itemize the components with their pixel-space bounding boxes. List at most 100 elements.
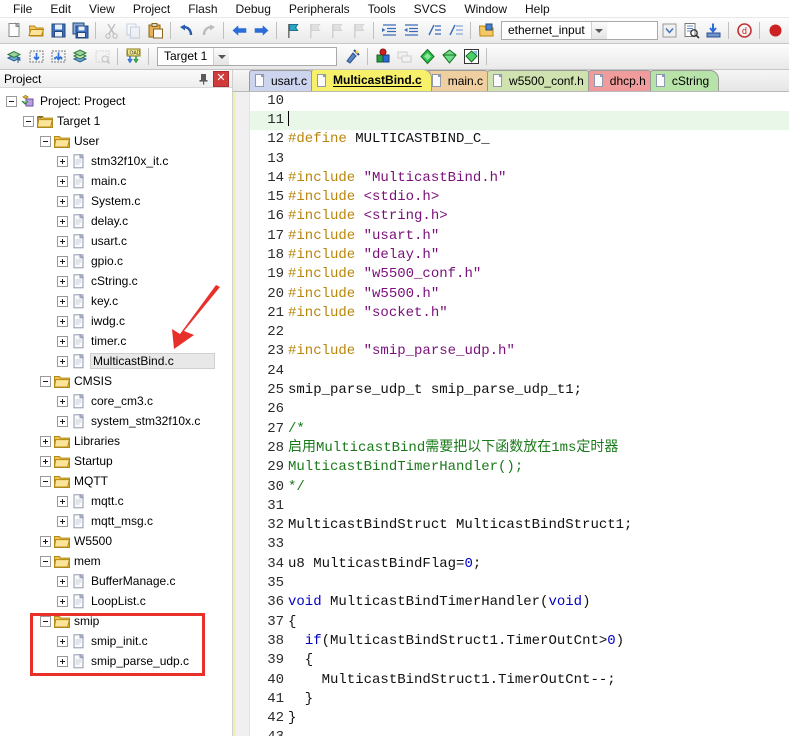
code-view[interactable]: 10 11 12 #define MULTICASTBIND_C_ 13 14 #inclu… — [233, 91, 789, 736]
editor-tab[interactable]: w5500_conf.h — [487, 70, 594, 91]
code-line[interactable]: 31 — [250, 497, 789, 516]
cut-icon[interactable] — [100, 20, 122, 42]
code-line[interactable]: 12 #define MULTICASTBIND_C_ — [250, 130, 789, 149]
menu-item-peripherals[interactable]: Peripherals — [280, 1, 359, 17]
tree-group-item[interactable]: Target 1 — [0, 111, 232, 131]
code-line[interactable]: 13 — [250, 150, 789, 169]
editor-tab[interactable]: MulticastBind.c — [311, 70, 432, 91]
expand-icon[interactable] — [57, 155, 68, 167]
target-select-value[interactable]: Target 1 — [158, 48, 213, 65]
menu-item-tools[interactable]: Tools — [359, 1, 405, 17]
tree-file-item[interactable]: gpio.c — [0, 251, 232, 271]
code-line[interactable]: 37{ — [250, 613, 789, 632]
tree-file-item[interactable]: delay.c — [0, 211, 232, 231]
editor-tab[interactable]: usart.c — [249, 70, 318, 91]
tree-file-item[interactable]: cString.c — [0, 271, 232, 291]
tree-file-item[interactable]: usart.c — [0, 231, 232, 251]
menu-item-debug[interactable]: Debug — [227, 1, 280, 17]
code-line[interactable]: 14 #include "MulticastBind.h" — [250, 169, 789, 188]
code-line[interactable]: 42} — [250, 709, 789, 728]
bookmark-toggle-icon[interactable] — [281, 20, 303, 42]
editor-tab[interactable]: cString — [649, 70, 720, 91]
browse-symbol-icon[interactable] — [702, 20, 724, 42]
code-line[interactable]: 36 void MulticastBindTimerHandler(void) — [250, 593, 789, 612]
tree-file-item[interactable]: stm32f10x_it.c — [0, 151, 232, 171]
undo-icon[interactable] — [175, 20, 197, 42]
code-line[interactable]: 41 } — [250, 690, 789, 709]
editor-tab[interactable]: dhcp.h — [587, 70, 656, 91]
expand-icon[interactable] — [57, 215, 68, 227]
tree-group-item[interactable]: MQTT — [0, 471, 232, 491]
expand-icon[interactable] — [57, 415, 68, 427]
code-line[interactable]: 30 */ — [250, 478, 789, 497]
pack-green-icon[interactable] — [438, 46, 460, 68]
code-line[interactable]: 24 — [250, 362, 789, 381]
target-combo[interactable]: Target 1 — [157, 47, 337, 66]
bookmark-clear-icon[interactable] — [347, 20, 369, 42]
navigate-forward-icon[interactable] — [250, 20, 272, 42]
tree-file-item[interactable]: iwdg.c — [0, 311, 232, 331]
code-line[interactable]: 43 — [250, 728, 789, 736]
expand-icon[interactable] — [57, 515, 68, 527]
project-tree[interactable]: Project: Progect Target 1 User stm32f10x_it… — [0, 88, 232, 736]
expand-icon[interactable] — [57, 235, 68, 247]
editor-tabstrip[interactable]: usart.c MulticastBind.c main.c w5500_conf.h… — [233, 70, 789, 92]
chevron-down-icon[interactable] — [590, 22, 607, 39]
expand-icon[interactable] — [40, 435, 51, 447]
new-file-icon[interactable] — [3, 20, 25, 42]
menu-item-view[interactable]: View — [80, 1, 124, 17]
expand-icon[interactable] — [57, 195, 68, 207]
rebuild-all-icon[interactable] — [47, 46, 69, 68]
expand-icon[interactable] — [57, 575, 68, 587]
tree-file-item[interactable]: BufferManage.c — [0, 571, 232, 591]
save-all-icon[interactable] — [69, 20, 91, 42]
collapse-icon[interactable] — [23, 115, 34, 127]
expand-icon[interactable] — [57, 295, 68, 307]
pin-icon[interactable] — [195, 71, 211, 87]
code-line[interactable]: 26 — [250, 400, 789, 419]
expand-icon[interactable] — [57, 175, 68, 187]
target-options-icon[interactable] — [341, 46, 363, 68]
comment-icon[interactable] — [422, 20, 444, 42]
tree-file-item[interactable]: timer.c — [0, 331, 232, 351]
tree-file-item[interactable]: core_cm3.c — [0, 391, 232, 411]
collapse-icon[interactable] — [6, 95, 17, 107]
tree-file-item[interactable]: main.c — [0, 171, 232, 191]
search-combo[interactable]: ethernet_input — [501, 21, 658, 40]
navigate-back-icon[interactable] — [228, 20, 250, 42]
tree-file-item[interactable]: system_stm32f10x.c — [0, 411, 232, 431]
collapse-icon[interactable] — [40, 555, 51, 567]
bookmark-next-icon[interactable] — [325, 20, 347, 42]
code-line[interactable]: 38 if(MulticastBindStruct1.TimerOutCnt>0… — [250, 632, 789, 651]
code-line[interactable]: 20 #include "w5500.h" — [250, 285, 789, 304]
menu-item-svcs[interactable]: SVCS — [405, 1, 456, 17]
code-line[interactable]: 18 #include "delay.h" — [250, 246, 789, 265]
menu-item-help[interactable]: Help — [516, 1, 559, 17]
code-line[interactable]: 17 #include "usart.h" — [250, 227, 789, 246]
expand-icon[interactable] — [57, 635, 68, 647]
code-line[interactable]: 34 u8 MulticastBindFlag=0; — [250, 555, 789, 574]
tree-group-item[interactable]: Startup — [0, 451, 232, 471]
indent-icon[interactable] — [378, 20, 400, 42]
batch-build-icon[interactable] — [69, 46, 91, 68]
menu-item-window[interactable]: Window — [455, 1, 516, 17]
code-line[interactable]: 29 MulticastBindTimerHandler(); — [250, 458, 789, 477]
bookmark-prev-icon[interactable] — [303, 20, 325, 42]
expand-icon[interactable] — [57, 255, 68, 267]
code-line[interactable]: 33 — [250, 535, 789, 554]
collapse-icon[interactable] — [40, 475, 51, 487]
code-line[interactable]: 11 — [250, 110, 789, 131]
collapse-icon[interactable] — [40, 135, 51, 147]
tree-file-item[interactable]: LoopList.c — [0, 591, 232, 611]
tree-file-item[interactable]: mqtt.c — [0, 491, 232, 511]
code-line[interactable]: 32 MulticastBindStruct MulticastBindStruc… — [250, 516, 789, 535]
code-line[interactable]: 27/* — [250, 420, 789, 439]
download-icon[interactable]: LOAD — [122, 46, 144, 68]
code-line[interactable]: 25 smip_parse_udp_t smip_parse_udp_t1; — [250, 381, 789, 400]
menu-item-flash[interactable]: Flash — [179, 1, 226, 17]
dropdown-history-icon[interactable] — [658, 20, 680, 42]
tree-file-item[interactable]: MulticastBind.c — [0, 351, 232, 371]
tree-group-item[interactable]: Project: Progect — [0, 91, 232, 111]
code-line[interactable]: 10 — [250, 92, 789, 111]
editor-margin-bar[interactable] — [236, 91, 250, 736]
